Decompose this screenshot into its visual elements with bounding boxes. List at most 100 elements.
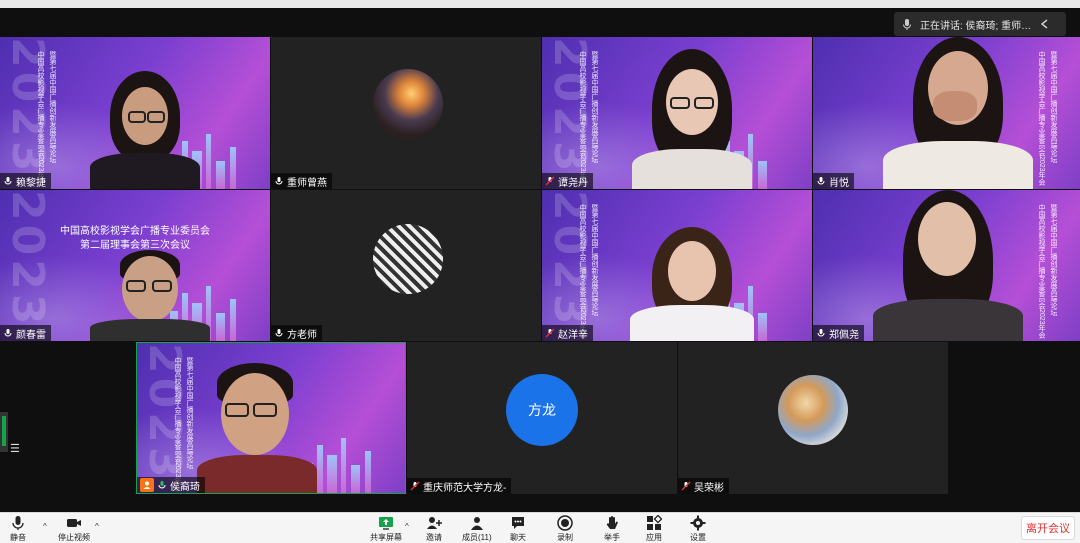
video-tile[interactable]: 方龙 重庆师范大学方龙- xyxy=(407,342,677,494)
mic-on-icon xyxy=(3,176,13,186)
slide-vertical-text: 中国高校影视学会广播专业委员会2023年会 xyxy=(174,357,181,492)
participant-avatar-initials: 方龙 xyxy=(506,374,578,446)
participant-name: 重师曾燕 xyxy=(287,177,327,189)
mic-muted-icon xyxy=(545,176,555,186)
video-tile[interactable]: 中国高校影视学会广播专业委员会2023年会 暨第七届中国广播创新发展高端论坛 郑… xyxy=(813,190,1080,341)
participant-name: 重庆师范大学方龙- xyxy=(423,482,507,494)
meeting-toolbar xyxy=(0,512,1080,543)
mic-muted-icon xyxy=(681,481,691,491)
slide-year: 2023 xyxy=(544,190,595,329)
slide-year: 2023 xyxy=(139,343,190,482)
participant-name-tag: 重师曾燕 xyxy=(271,173,332,189)
apps-button[interactable]: 应用 xyxy=(646,515,662,543)
participant-avatar xyxy=(373,69,443,139)
mic-on-icon xyxy=(816,328,826,338)
slide-vertical-text: 中国高校影视学会广播专业委员会2023年会 xyxy=(579,204,586,339)
mic-on-icon xyxy=(274,176,284,186)
share-screen-icon xyxy=(379,517,393,530)
share-screen-button[interactable]: 共享屏幕 xyxy=(370,515,402,543)
participant-name-tag: 侯裔琦 xyxy=(137,477,205,493)
settings-button[interactable]: 设置 xyxy=(690,515,706,543)
list-icon[interactable]: ☰ xyxy=(10,442,20,455)
apps-icon xyxy=(647,515,662,530)
participant-avatar xyxy=(373,224,443,294)
participant-name: 肖悦 xyxy=(829,177,849,189)
chevron-up-icon[interactable]: ^ xyxy=(43,522,47,531)
add-user-icon xyxy=(427,517,442,529)
participant-name-tag: 方老师 xyxy=(271,325,322,341)
participant-name-tag: 重庆师范大学方龙- xyxy=(407,478,512,494)
hand-icon xyxy=(606,516,618,529)
side-panel-handle[interactable] xyxy=(0,412,8,452)
mic-muted-icon xyxy=(410,481,420,491)
top-strip xyxy=(0,0,1080,8)
chevron-up-icon[interactable]: ^ xyxy=(95,522,99,531)
video-tile[interactable]: 吴荣彬 xyxy=(678,342,948,494)
speaking-text: 正在讲话: 侯裔琦; 重师曾... xyxy=(920,20,1032,32)
video-tile-active-speaker[interactable]: 2023 中国高校影视学会广播专业委员会2023年会 暨第七届中国广播创新发展高… xyxy=(136,342,406,494)
chat-icon xyxy=(512,517,524,529)
user-badge-icon xyxy=(140,478,154,492)
meeting-window: 正在讲话: 侯裔琦; 重师曾... 2023 中国高校影视学会广播专业委员会20… xyxy=(0,0,1080,543)
mute-button[interactable]: 静音 xyxy=(10,515,26,543)
microphone-icon xyxy=(12,516,24,530)
participant-name: 谭尧丹 xyxy=(558,177,588,189)
participant-video xyxy=(863,190,1033,341)
slide-vertical-text: 中国高校影视学会广播专业委员会2023年会 xyxy=(1038,204,1045,339)
participant-name: 赵洋辛 xyxy=(558,329,588,341)
participant-video xyxy=(622,221,762,341)
participant-name-tag: 谭尧丹 xyxy=(542,173,593,189)
participant-name: 吴荣彬 xyxy=(694,482,724,494)
chevron-up-icon[interactable]: ^ xyxy=(405,522,409,531)
slide-vertical-text: 暨第七届中国广播创新发展高端论坛 xyxy=(591,51,598,163)
members-icon xyxy=(470,517,483,530)
participant-name: 颜春雷 xyxy=(16,329,46,341)
stop-video-button[interactable]: 停止视频 xyxy=(58,515,90,543)
participant-avatar xyxy=(778,375,848,445)
invite-button[interactable]: 邀请 xyxy=(426,515,442,543)
collapse-icon[interactable] xyxy=(1038,17,1052,31)
record-icon xyxy=(557,515,573,531)
raise-hand-button[interactable]: 举手 xyxy=(604,515,620,543)
participant-video xyxy=(90,246,210,341)
mic-active-icon xyxy=(157,480,167,490)
video-tile[interactable]: 方老师 xyxy=(271,190,541,341)
participant-name: 侯裔琦 xyxy=(170,481,200,493)
slide-year: 2023 xyxy=(544,37,595,176)
slide-vertical-text: 中国高校影视学会广播专业委员会2023年会 xyxy=(579,51,586,186)
mic-on-icon xyxy=(274,328,284,338)
mic-muted-icon xyxy=(545,328,555,338)
video-tile[interactable]: 2023 中国高校影视学会广播专业委员会 第二届理事会第三次会议 颜春雷 xyxy=(0,190,270,341)
video-tile[interactable]: 2023 中国高校影视学会广播专业委员会2023年会 暨第七届中国广播创新发展高… xyxy=(0,37,270,189)
participant-name-tag: 吴荣彬 xyxy=(678,478,729,494)
video-tile[interactable]: 中国高校影视学会广播专业委员会2023年会 暨第七届中国广播创新发展高端论坛 肖… xyxy=(813,37,1080,189)
participant-name-tag: 郑佩尧 xyxy=(813,325,864,341)
video-camera-icon xyxy=(67,519,81,527)
leave-meeting-button[interactable]: 离开会议 xyxy=(1021,516,1075,540)
speaking-indicator: 正在讲话: 侯裔琦; 重师曾... xyxy=(894,12,1066,36)
slide-year: 2023 xyxy=(2,190,53,329)
slide-title-line1: 中国高校影视学会广播专业委员会 xyxy=(60,226,210,237)
participant-video xyxy=(80,39,210,189)
slide-vertical-text: 暨第七届中国广播创新发展高端论坛 xyxy=(1050,51,1057,163)
participant-video xyxy=(873,37,1043,189)
participant-name: 郑佩尧 xyxy=(829,329,859,341)
slide-vertical-text: 暨第七届中国广播创新发展高端论坛 xyxy=(49,51,56,163)
participant-name-tag: 赵洋辛 xyxy=(542,325,593,341)
video-tile[interactable]: 2023 中国高校影视学会广播专业委员会2023年会 暨第七届中国广播创新发展高… xyxy=(542,37,812,189)
members-button[interactable]: 成员(11) xyxy=(462,515,492,543)
slide-vertical-text: 中国高校影视学会广播专业委员会2023年会 xyxy=(37,51,44,186)
participant-name: 方老师 xyxy=(287,329,317,341)
gear-icon xyxy=(690,515,706,531)
mic-on-icon xyxy=(816,176,826,186)
record-button[interactable]: 录制 xyxy=(557,515,573,543)
slide-vertical-text: 暨第七届中国广播创新发展高端论坛 xyxy=(1050,204,1057,316)
chat-button[interactable]: 聊天 xyxy=(510,515,526,543)
slide-vertical-text: 暨第七届中国广播创新发展高端论坛 xyxy=(591,204,598,316)
slide-year: 2023 xyxy=(2,37,53,176)
video-tile[interactable]: 2023 中国高校影视学会广播专业委员会2023年会 暨第七届中国广播创新发展高… xyxy=(542,190,812,341)
video-tile[interactable]: 重师曾燕 xyxy=(271,37,541,189)
participant-name-tag: 赖黎捷 xyxy=(0,173,51,189)
participant-name-tag: 颜春雷 xyxy=(0,325,51,341)
participant-name: 赖黎捷 xyxy=(16,177,46,189)
